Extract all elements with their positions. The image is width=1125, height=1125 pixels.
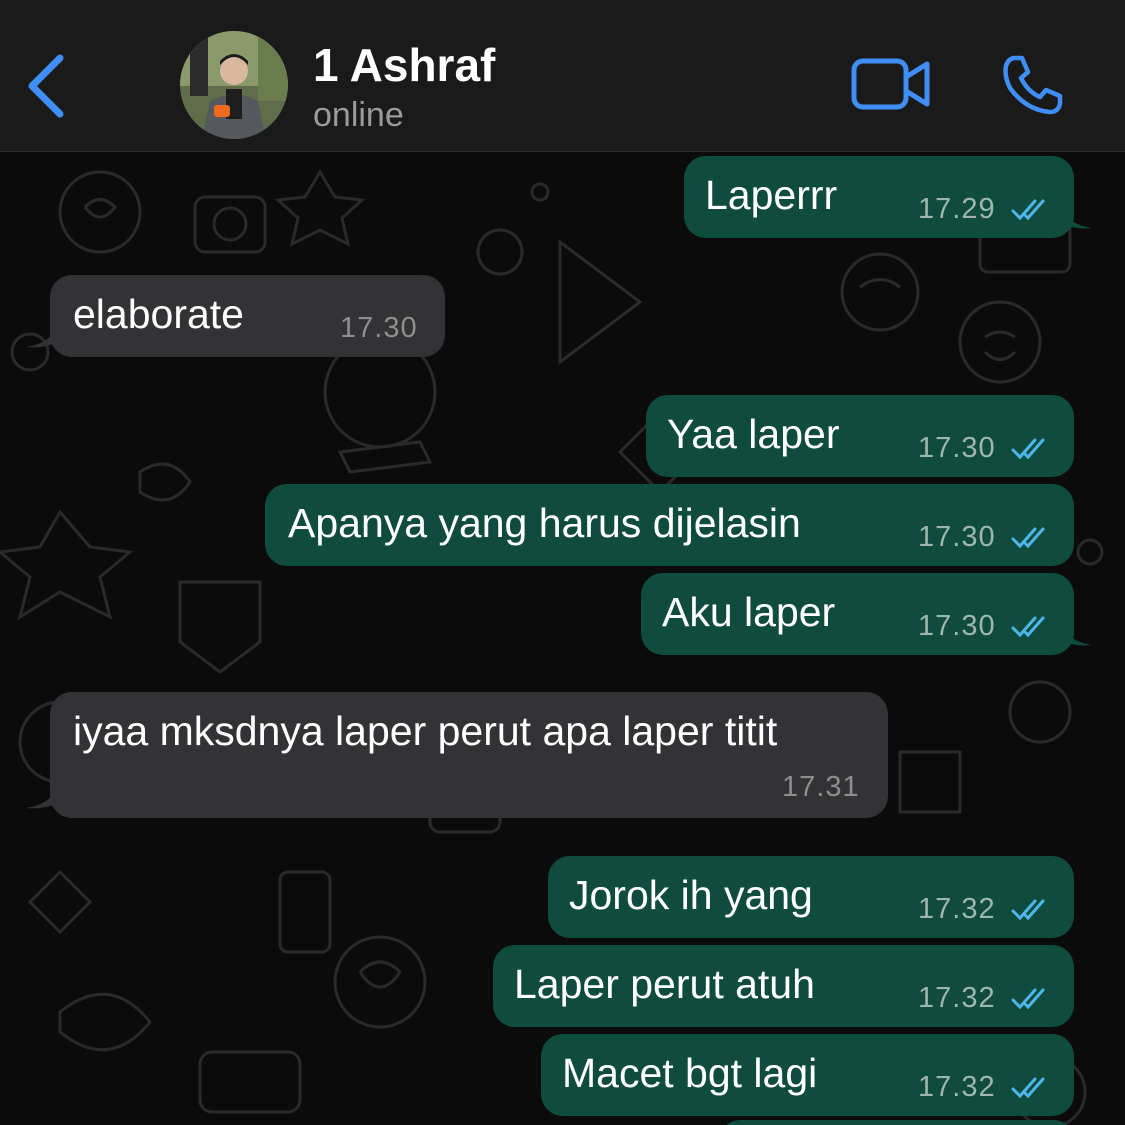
message-time: 17.30 xyxy=(340,312,418,344)
contact-avatar[interactable] xyxy=(180,31,288,139)
contact-status: online xyxy=(313,96,404,134)
message-outgoing-partial[interactable] xyxy=(720,1120,1074,1125)
message-text: Macet bgt lagi xyxy=(562,1050,818,1096)
message-text: iyaa mksdnya laper perut apa laper titit xyxy=(73,708,778,754)
message-time: 17.32 xyxy=(918,1071,996,1103)
chat-header: 1 Ashraf online xyxy=(0,0,1125,152)
message-text: Laperrr xyxy=(705,172,838,218)
read-ticks-icon xyxy=(1011,1077,1045,1099)
message-outgoing[interactable]: Aku laper 17.30 xyxy=(641,573,1092,655)
message-outgoing[interactable]: Laper perut atuh 17.32 xyxy=(493,945,1074,1027)
contact-name[interactable]: 1 Ashraf xyxy=(313,38,495,92)
read-ticks-icon xyxy=(1011,199,1045,221)
read-ticks-icon xyxy=(1011,527,1045,549)
voice-call-button[interactable] xyxy=(1000,52,1066,118)
read-ticks-icon xyxy=(1011,899,1045,921)
message-text: Jorok ih yang xyxy=(569,872,813,918)
back-button[interactable] xyxy=(18,50,78,122)
bubble-tail xyxy=(26,319,60,348)
message-outgoing[interactable]: Laperrr 17.29 xyxy=(684,156,1092,238)
message-outgoing[interactable]: Macet bgt lagi 17.32 xyxy=(541,1034,1074,1116)
message-time: 17.30 xyxy=(918,610,996,642)
message-incoming[interactable]: iyaa mksdnya laper perut apa laper titit… xyxy=(26,692,888,818)
message-incoming[interactable]: elaborate 17.30 xyxy=(26,275,445,357)
message-list[interactable]: Laperrr 17.29 elaborate 17.30 Yaa laper … xyxy=(0,152,1125,1125)
message-outgoing[interactable]: Apanya yang harus dijelasin 17.30 xyxy=(265,484,1074,566)
phone-icon xyxy=(1003,55,1063,115)
bubble-tail xyxy=(1058,617,1092,646)
bubble-tail xyxy=(26,780,60,809)
video-call-button[interactable] xyxy=(850,55,932,113)
message-time: 17.30 xyxy=(918,432,996,464)
message-text: Laper perut atuh xyxy=(514,961,815,1007)
message-time: 17.29 xyxy=(918,193,996,225)
message-outgoing[interactable]: Yaa laper 17.30 xyxy=(646,395,1074,477)
message-time: 17.31 xyxy=(782,771,860,803)
video-camera-icon xyxy=(851,58,930,110)
read-ticks-icon xyxy=(1011,616,1045,638)
message-time: 17.30 xyxy=(918,521,996,553)
message-text: Aku laper xyxy=(662,589,836,635)
chevron-left-icon xyxy=(28,54,64,118)
message-text: Apanya yang harus dijelasin xyxy=(288,500,801,546)
bubble-tail xyxy=(1058,200,1092,229)
read-ticks-icon xyxy=(1011,438,1045,460)
message-outgoing[interactable]: Jorok ih yang 17.32 xyxy=(548,856,1074,938)
read-ticks-icon xyxy=(1011,988,1045,1010)
message-text: Yaa laper xyxy=(667,411,840,457)
message-text: elaborate xyxy=(73,291,244,337)
avatar-photo xyxy=(180,31,288,139)
message-time: 17.32 xyxy=(918,982,996,1014)
message-time: 17.32 xyxy=(918,893,996,925)
